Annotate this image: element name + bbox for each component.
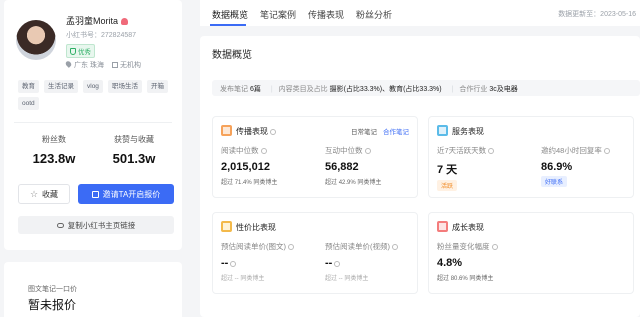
stat-likes: 获赞与收藏 501.3w (94, 134, 174, 166)
cost-card: 性价比表现 预估阅读单价(图文) -- 超过 -- 同类博主 预估阅读单价(视频… (212, 212, 418, 294)
active-tab-indicator (210, 24, 246, 26)
price-value: 暂未报价 (28, 298, 77, 312)
info-icon[interactable] (260, 148, 267, 154)
info-bar: 发布笔记 6篇 | 内容类目及占比 摄影(占比33.3%)、教育(占比33.3%)… (212, 80, 640, 96)
diamond-icon (437, 125, 448, 136)
service-card-title: 服务表现 (437, 125, 484, 137)
quality-badge: 优秀 (66, 44, 95, 58)
info-icon[interactable] (392, 244, 398, 250)
gift-icon (91, 190, 99, 198)
note-type-switch: 日常笔记 合作笔记 (351, 126, 409, 136)
copy-link-label: 复制小红书主页链接 (67, 220, 136, 230)
overview-panel: 数据概览 发布笔记 6篇 | 内容类目及占比 摄影(占比33.3%)、教育(占比3… (200, 36, 640, 317)
tag-item: 教育 (18, 80, 39, 93)
tab-fans[interactable]: 粉丝分析 (356, 8, 392, 21)
option-daily-notes[interactable]: 日常笔记 (351, 129, 377, 136)
price-card: 图文笔记一口价 暂未报价 (4, 262, 182, 317)
metric-video-price: 预估阅读单价(视频) -- 超过 -- 同类博主 (325, 241, 398, 282)
option-collab-notes[interactable]: 合作笔记 (383, 129, 409, 136)
favorite-button[interactable]: ☆ 收藏 (18, 184, 70, 204)
tag-list: 教育 生活记录 vlog 职场生活 开箱 ootd (18, 80, 178, 110)
gender-icon (121, 18, 129, 26)
quality-badge-label: 优秀 (78, 49, 91, 56)
growth-card: 成长表现 粉丝量变化幅度 4.8% 超过 80.6% 同类博主 (428, 212, 634, 294)
profile-name: 孟羽童Morita (66, 14, 129, 27)
invite-quote-label: 邀请TA开启报价 (102, 189, 161, 199)
star-icon: ☆ (29, 188, 39, 199)
price-subtitle: 图文笔记一口价 (28, 286, 77, 293)
favorite-button-label: 收藏 (42, 189, 59, 199)
profile-card: 孟羽童Morita 小红书号：272824587 优秀 广东 珠海 无机构 教育 … (4, 0, 182, 250)
info-icon[interactable] (270, 129, 276, 135)
location-text: 广东 珠海 (74, 62, 104, 69)
metric-reply-rate: 邀约48小时回复率 86.9% 好联系 (541, 145, 610, 187)
coin-icon (221, 221, 232, 232)
tab-bar: 数据概览 笔记案例 传播表现 粉丝分析 数据更新至：2023-05-16 (200, 0, 640, 26)
invite-quote-button[interactable]: 邀请TA开启报价 (78, 184, 174, 204)
avatar[interactable] (16, 20, 56, 60)
megaphone-icon (221, 125, 232, 136)
posts-value: 6篇 (249, 86, 261, 93)
industry-value: 3c及电器 (489, 86, 518, 93)
update-date: 数据更新至：2023-05-16 (558, 11, 636, 18)
tag-item: 开箱 (146, 80, 168, 93)
category-value: 摄影(占比33.3%)、教育(占比33.3%) (329, 86, 442, 93)
spread-card: 传播表现 日常笔记 合作笔记 阅读中位数 2,015,012 超过 71.4% 同… (212, 116, 418, 198)
cost-card-title: 性价比表现 (221, 221, 276, 233)
spread-card-title: 传播表现 (221, 125, 276, 137)
info-icon[interactable] (334, 261, 341, 267)
shield-icon (70, 48, 76, 55)
profile-id: 小红书号：272824587 (66, 32, 137, 39)
service-card: 服务表现 近7天活跃天数 7 天 活跃 邀约48小时回复率 86.9% 好联系 (428, 116, 634, 198)
organization-icon (111, 62, 118, 68)
metric-read-median: 阅读中位数 2,015,012 超过 71.4% 同类博主 (221, 146, 278, 186)
metric-img-price: 预估阅读单价(图文) -- 超过 -- 同类博主 (221, 241, 294, 282)
stat-followers: 粉丝数 123.8w (14, 134, 94, 166)
profile-name-text: 孟羽童Morita (66, 16, 119, 26)
tag-item: 生活记录 (44, 80, 78, 93)
posts-label: 发布笔记 (220, 86, 248, 93)
link-icon (56, 222, 64, 228)
metric-active-days: 近7天活跃天数 7 天 活跃 (437, 145, 495, 191)
stat-value: 501.3w (112, 151, 156, 166)
industry-label: 合作行业 (459, 86, 488, 93)
info-icon[interactable] (491, 244, 498, 250)
copy-link-button[interactable]: 复制小红书主页链接 (18, 216, 174, 234)
stat-label: 粉丝数 (42, 135, 66, 144)
info-icon[interactable] (603, 148, 610, 154)
overview-title: 数据概览 (212, 50, 252, 61)
tag-item: vlog (83, 80, 103, 93)
tab-notes[interactable]: 笔记案例 (260, 8, 296, 21)
organization-text: 无机构 (119, 62, 141, 69)
info-icon[interactable] (288, 244, 294, 250)
location-pin-icon (64, 60, 73, 68)
location-row: 广东 珠海 无机构 (64, 60, 141, 70)
tag-item: 职场生活 (107, 80, 142, 93)
metric-fans-change: 粉丝量变化幅度 4.8% 超过 80.6% 同类博主 (437, 241, 498, 282)
tab-overview[interactable]: 数据概览 (212, 8, 248, 21)
info-icon[interactable] (230, 261, 237, 267)
stat-value: 123.8w (32, 151, 76, 166)
info-icon[interactable] (364, 148, 371, 154)
divider (14, 122, 172, 123)
metric-interaction-median: 互动中位数 56,882 超过 42.9% 同类博主 (325, 146, 382, 186)
stat-label: 获赞与收藏 (114, 135, 154, 144)
growth-icon (437, 221, 448, 232)
tag-item: ootd (18, 97, 39, 110)
reply-pill: 好联系 (541, 176, 568, 187)
tab-spread[interactable]: 传播表现 (308, 8, 344, 21)
active-pill: 活跃 (437, 180, 458, 191)
info-icon[interactable] (488, 148, 495, 154)
growth-card-title: 成长表现 (437, 221, 484, 233)
category-label: 内容类目及占比 (278, 86, 328, 93)
